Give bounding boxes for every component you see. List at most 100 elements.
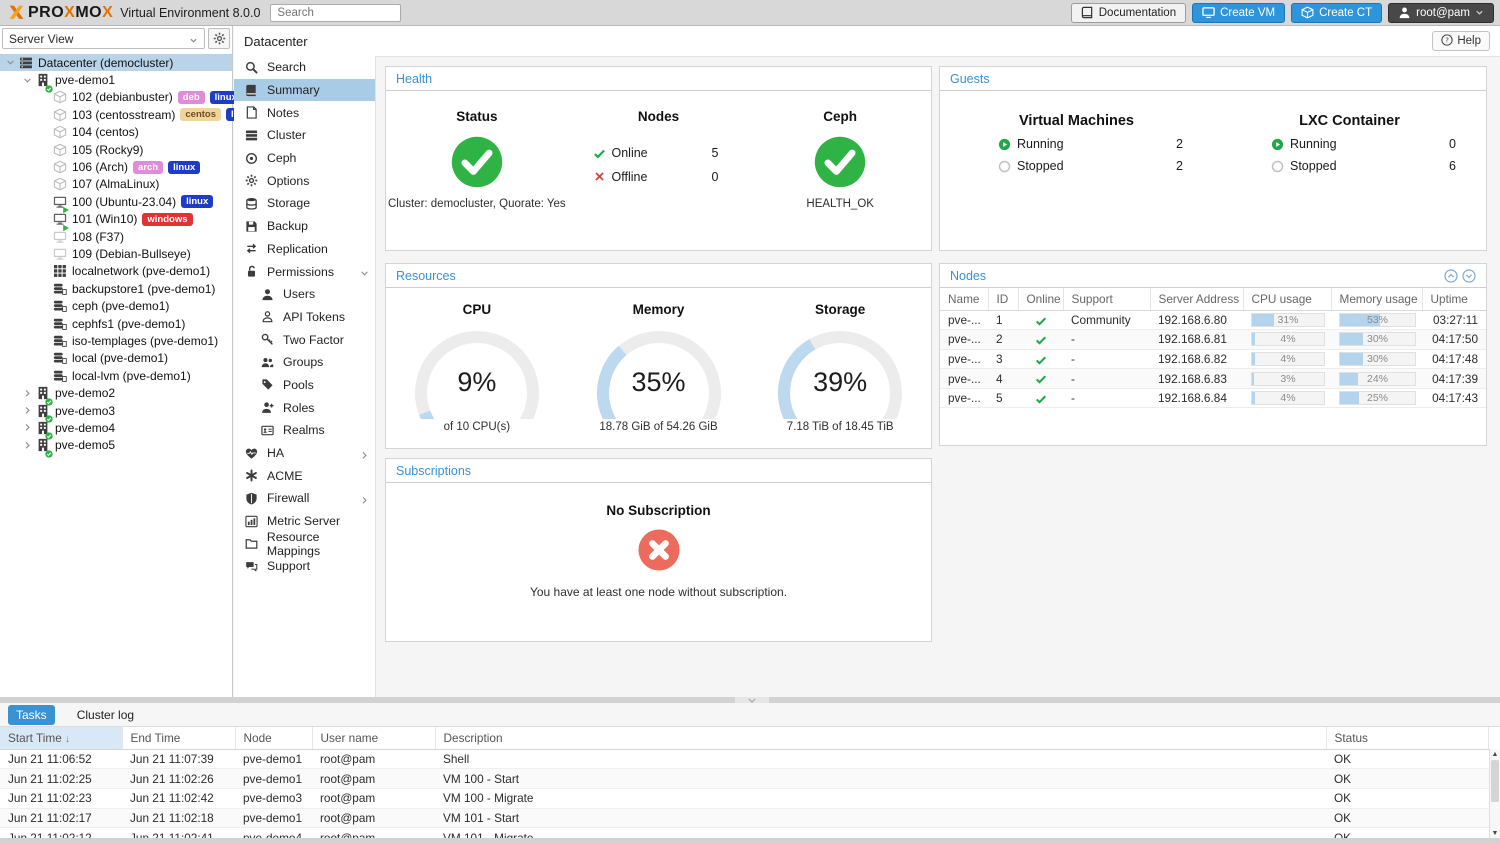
nodes-table-row[interactable]: pve-...3-192.168.6.824%30%04:17:48: [940, 349, 1486, 369]
menu-item-realms[interactable]: Realms: [234, 419, 375, 442]
task-row[interactable]: Jun 21 11:02:23Jun 21 11:02:42pve-demo3r…: [0, 788, 1489, 808]
tasks-col-description[interactable]: Description: [435, 727, 1326, 749]
tree-item-108-f37[interactable]: 108 (F37): [0, 228, 232, 245]
expander-closed-icon[interactable]: [21, 441, 34, 450]
menu-item-api-tokens[interactable]: API Tokens: [234, 306, 375, 329]
tasks-col-user-name[interactable]: User name: [312, 727, 435, 749]
nodes-table-row[interactable]: pve-...5-192.168.6.844%25%04:17:43: [940, 388, 1486, 408]
no-subscription-icon: [637, 528, 681, 572]
tab-cluster-log[interactable]: Cluster log: [69, 705, 142, 725]
nodes-col-memory-usage[interactable]: Memory usage: [1331, 288, 1422, 310]
menu-item-options[interactable]: Options: [234, 169, 375, 192]
tree-item-cephfs1-pve-demo1[interactable]: cephfs1 (pve-demo1): [0, 315, 232, 332]
tree-item-109-debian-bullseye[interactable]: 109 (Debian-Bullseye): [0, 245, 232, 262]
resource-tree: Datacenter (democluster)pve-demo1102 (de…: [0, 54, 232, 454]
expander-open-icon[interactable]: [4, 58, 17, 67]
menu-item-acme[interactable]: ACME: [234, 464, 375, 487]
user-menu-button[interactable]: root@pam: [1388, 3, 1494, 23]
tree-item-102-debianbuster[interactable]: 102 (debianbuster)deblinux: [0, 89, 232, 106]
expander-closed-icon[interactable]: [21, 389, 34, 398]
menu-item-search[interactable]: Search: [234, 56, 375, 79]
nodes-col-server-address[interactable]: Server Address: [1150, 288, 1243, 310]
running-icon: [998, 138, 1011, 151]
menu-item-backup[interactable]: Backup: [234, 215, 375, 238]
menu-item-firewall[interactable]: Firewall: [234, 487, 375, 510]
tree-item-107-almalinux[interactable]: 107 (AlmaLinux): [0, 176, 232, 193]
tree-item-pve-demo4[interactable]: pve-demo4: [0, 419, 232, 436]
tree-item-label: pve-demo2: [55, 386, 115, 400]
menu-item-support[interactable]: Support: [234, 555, 375, 578]
menu-item-groups[interactable]: Groups: [234, 351, 375, 374]
menu-item-resource-mappings[interactable]: Resource Mappings: [234, 532, 375, 555]
nodes-col-support[interactable]: Support: [1063, 288, 1150, 310]
tree-settings-button[interactable]: [208, 28, 230, 49]
create-vm-button[interactable]: Create VM: [1192, 3, 1285, 23]
tree-item-ceph-pve-demo1[interactable]: ceph (pve-demo1): [0, 297, 232, 314]
menu-item-pools[interactable]: Pools: [234, 374, 375, 397]
menu-item-ha[interactable]: HA: [234, 442, 375, 465]
menu-item-notes[interactable]: Notes: [234, 101, 375, 124]
tasks-col-status[interactable]: Status: [1326, 727, 1489, 749]
tasks-col-node[interactable]: Node: [235, 727, 312, 749]
tree-item-101-win10[interactable]: 101 (Win10)windows: [0, 211, 232, 228]
tasks-col-end-time[interactable]: End Time: [122, 727, 235, 749]
menu-item-users[interactable]: Users: [234, 283, 375, 306]
tree-item-local-lvm-pve-demo1[interactable]: local-lvm (pve-demo1): [0, 367, 232, 384]
tree-item-106-arch[interactable]: 106 (Arch)archlinux: [0, 158, 232, 175]
menu-item-cluster[interactable]: Cluster: [234, 124, 375, 147]
create-vm-label: Create VM: [1220, 7, 1275, 19]
expander-closed-icon[interactable]: [21, 406, 34, 415]
menu-item-summary[interactable]: Summary: [234, 79, 375, 102]
expander-open-icon[interactable]: [21, 76, 34, 85]
collapse-down-icon[interactable]: [1462, 269, 1476, 283]
tasks-col-start-time[interactable]: Start Time ↓: [0, 727, 122, 749]
tree-item-pve-demo5[interactable]: pve-demo5: [0, 437, 232, 454]
tree-item-datacenter-democluster[interactable]: Datacenter (democluster): [0, 54, 232, 71]
nodes-table-row[interactable]: pve-...2-192.168.6.814%30%04:17:50: [940, 330, 1486, 350]
nodes-col-online[interactable]: Online: [1018, 288, 1063, 310]
scroll-up-icon[interactable]: ▲: [1490, 749, 1500, 759]
tree-item-iso-templages-pve-demo1[interactable]: iso-templages (pve-demo1): [0, 332, 232, 349]
scrollbar-thumb[interactable]: [1491, 760, 1499, 802]
tree-item-105-rocky9[interactable]: 105 (Rocky9): [0, 141, 232, 158]
note-icon: [244, 106, 259, 120]
tree-item-pve-demo3[interactable]: pve-demo3: [0, 402, 232, 419]
tasks-scrollbar[interactable]: ▲ ▼: [1489, 749, 1500, 838]
expander-closed-icon[interactable]: [21, 423, 34, 432]
tree-item-pve-demo1[interactable]: pve-demo1: [0, 71, 232, 88]
global-search-input[interactable]: [270, 4, 401, 22]
nodes-col-cpu-usage[interactable]: CPU usage: [1243, 288, 1331, 310]
documentation-button[interactable]: Documentation: [1071, 3, 1186, 23]
nodes-col-id[interactable]: ID: [988, 288, 1018, 310]
node-name: pve-...: [940, 369, 988, 389]
menu-item-ceph[interactable]: Ceph: [234, 147, 375, 170]
task-row[interactable]: Jun 21 11:02:17Jun 21 11:02:18pve-demo1r…: [0, 808, 1489, 828]
scroll-down-icon[interactable]: ▼: [1490, 828, 1500, 838]
collapse-up-icon[interactable]: [1444, 269, 1458, 283]
view-selector[interactable]: Server View: [2, 28, 205, 49]
tree-item-104-centos[interactable]: 104 (centos): [0, 124, 232, 141]
menu-item-replication[interactable]: Replication: [234, 238, 375, 261]
task-row[interactable]: Jun 21 11:06:52Jun 21 11:07:39pve-demo1r…: [0, 749, 1489, 769]
tree-item-103-centosstream[interactable]: 103 (centosstream)centoslinux: [0, 106, 232, 123]
menu-item-two-factor[interactable]: Two Factor: [234, 328, 375, 351]
nodes-col-uptime[interactable]: Uptime: [1422, 288, 1486, 310]
menu-item-storage[interactable]: Storage: [234, 192, 375, 215]
nodes-table-row[interactable]: pve-...4-192.168.6.833%24%04:17:39: [940, 369, 1486, 389]
proxmox-logo[interactable]: PROXMOX: [8, 4, 113, 22]
nodes-col-name[interactable]: Name: [940, 288, 988, 310]
tree-item-100-ubuntu-23-04[interactable]: 100 (Ubuntu-23.04)linux: [0, 193, 232, 210]
task-row[interactable]: Jun 21 11:02:25Jun 21 11:02:26pve-demo1r…: [0, 769, 1489, 789]
help-button[interactable]: ? Help: [1432, 31, 1490, 51]
tree-item-localnetwork-pve-demo1[interactable]: localnetwork (pve-demo1): [0, 263, 232, 280]
menu-item-permissions[interactable]: Permissions: [234, 260, 375, 283]
menu-item-roles[interactable]: Roles: [234, 396, 375, 419]
tree-item-backupstore1-pve-demo1[interactable]: backupstore1 (pve-demo1): [0, 280, 232, 297]
menu-item-label: Roles: [283, 401, 314, 415]
nodes-table-row[interactable]: pve-...1Community192.168.6.8031%53%03:27…: [940, 310, 1486, 330]
tree-item-pve-demo2[interactable]: pve-demo2: [0, 384, 232, 401]
tab-tasks[interactable]: Tasks: [8, 705, 55, 725]
task-row[interactable]: Jun 21 11:02:12Jun 21 11:02:41pve-demo4r…: [0, 828, 1489, 838]
tree-item-local-pve-demo1[interactable]: local (pve-demo1): [0, 350, 232, 367]
create-ct-button[interactable]: Create CT: [1291, 3, 1382, 23]
